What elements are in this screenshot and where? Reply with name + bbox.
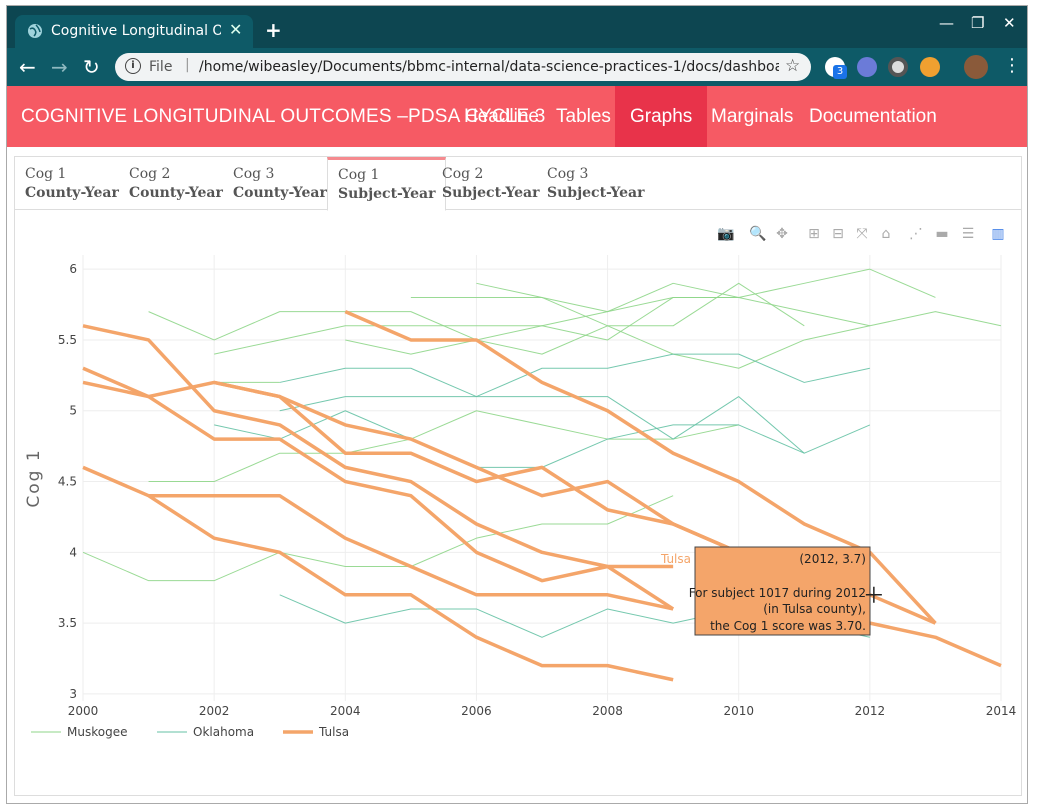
- x-tick-label: 2000: [68, 704, 99, 718]
- series-line-tulsa: [82, 465, 674, 682]
- tab-cog2-county-year[interactable]: Cog 2 County-Year: [119, 157, 233, 210]
- x-tick-label: 2008: [592, 704, 623, 718]
- restore-icon[interactable]: ❐: [971, 14, 984, 32]
- nav-headline[interactable]: Headline: [449, 86, 554, 147]
- x-tick-label: 2012: [855, 704, 886, 718]
- globe-icon: [28, 24, 42, 38]
- browser-window: Cognitive Longitudinal Outcomes ✕ + — ❐ …: [6, 5, 1028, 804]
- title-bar: Cognitive Longitudinal Outcomes ✕ + — ❐ …: [7, 6, 1027, 48]
- subtab-label: Subject-Year: [442, 185, 540, 201]
- hover-compare-icon[interactable]: ☰: [959, 225, 977, 243]
- menu-dots-icon[interactable]: ⋮: [1003, 55, 1021, 76]
- x-tick-label: 2010: [723, 704, 754, 718]
- x-tick-label: 2002: [199, 704, 230, 718]
- extension-icon-2[interactable]: [857, 57, 877, 77]
- subtab-label: Cog 3: [233, 166, 275, 182]
- browser-tab[interactable]: Cognitive Longitudinal Outcomes ✕: [15, 15, 253, 48]
- close-icon[interactable]: ✕: [229, 20, 242, 39]
- x-tick-label: 2006: [461, 704, 492, 718]
- subtab-label: Cog 2: [129, 166, 171, 182]
- plotly-logo-icon[interactable]: ▥: [989, 225, 1007, 243]
- github-extension-icon[interactable]: 3: [825, 57, 847, 79]
- info-icon[interactable]: i: [125, 58, 141, 74]
- series-line-muskogee: [148, 410, 739, 483]
- tab-cog1-county-year[interactable]: Cog 1 County-Year: [15, 157, 129, 210]
- tab-title: Cognitive Longitudinal Outcomes: [51, 23, 221, 39]
- y-tick-label: 5: [69, 404, 77, 418]
- spike-lines-icon[interactable]: ⋰: [907, 225, 925, 243]
- legend-label: Muskogee: [67, 725, 127, 739]
- subtab-label: Cog 1: [25, 166, 67, 182]
- tab-cog1-subject-year[interactable]: Cog 1 Subject-Year: [327, 157, 447, 211]
- legend-label: Tulsa: [318, 725, 349, 739]
- line-chart[interactable]: 3 3.5 4 4.5 5 5.5 6 2000 2002 2004 2006 2008 2010 201…: [15, 243, 1021, 763]
- camera-icon[interactable]: 📷: [717, 225, 735, 243]
- graph-card: Cog 1 County-Year Cog 2 County-Year Cog …: [14, 156, 1022, 796]
- series-line-oklahoma: [279, 353, 870, 398]
- zoom-icon[interactable]: 🔍: [749, 225, 767, 243]
- browser-toolbar: ← → ↻ i File | /home/wibeasley/Documents…: [7, 48, 1027, 86]
- autoscale-icon[interactable]: ⤧: [853, 225, 871, 243]
- extension-icon-3[interactable]: [888, 57, 908, 77]
- y-tick-label: 3: [69, 687, 77, 701]
- tooltip-text: For subject 1017 during 2012: [689, 586, 866, 600]
- url-text[interactable]: /home/wibeasley/Documents/bbmc-internal/…: [199, 59, 779, 75]
- x-tick-label: 2014: [986, 704, 1017, 718]
- nav-marginals[interactable]: Marginals: [696, 86, 808, 147]
- zoom-in-icon[interactable]: ⊞: [805, 225, 823, 243]
- tooltip-text: (in Tulsa county),: [763, 602, 866, 616]
- subtab-label: Subject-Year: [338, 186, 436, 202]
- legend-label: Oklahoma: [193, 725, 254, 739]
- subtab-label: Cog 1: [338, 167, 380, 183]
- tab-cog3-subject-year[interactable]: Cog 3 Subject-Year: [537, 157, 654, 210]
- home-icon[interactable]: ⌂: [877, 225, 895, 243]
- y-tick-label: 4.5: [58, 475, 77, 489]
- x-tick-label: 2004: [330, 704, 361, 718]
- new-tab-button[interactable]: +: [265, 18, 282, 42]
- tooltip-series-label: Tulsa: [660, 552, 691, 566]
- forward-arrow-icon[interactable]: →: [51, 55, 68, 79]
- nav-tables[interactable]: Tables: [541, 86, 626, 147]
- pan-icon[interactable]: ✥: [773, 225, 791, 243]
- file-label: File: [149, 59, 173, 75]
- y-tick-label: 5.5: [58, 333, 77, 347]
- nav-graphs[interactable]: Graphs: [615, 86, 708, 147]
- subtab-label: Cog 2: [442, 166, 484, 182]
- tab-cog3-county-year[interactable]: Cog 3 County-Year: [223, 157, 337, 210]
- series-line-muskogee: [82, 495, 674, 582]
- y-tick-label: 6: [69, 262, 77, 276]
- subtab-label: Cog 3: [547, 166, 589, 182]
- extension-icon-4[interactable]: [920, 57, 940, 77]
- minimize-icon[interactable]: —: [939, 14, 954, 32]
- tooltip-text: the Cog 1 score was 3.70.: [710, 619, 866, 633]
- star-icon[interactable]: ☆: [785, 56, 800, 76]
- avatar[interactable]: [964, 55, 988, 79]
- nav-documentation[interactable]: Documentation: [794, 86, 952, 147]
- address-bar[interactable]: i File | /home/wibeasley/Documents/bbmc-…: [115, 53, 811, 81]
- tab-cog2-subject-year[interactable]: Cog 2 Subject-Year: [432, 157, 549, 210]
- back-arrow-icon[interactable]: ←: [19, 55, 36, 79]
- subtab-label: County-Year: [129, 185, 223, 201]
- separator: |: [185, 57, 190, 73]
- tooltip-text: (2012, 3.7): [799, 552, 866, 566]
- subtab-bar: Cog 1 County-Year Cog 2 County-Year Cog …: [15, 157, 1021, 211]
- y-tick-label: 3.5: [58, 616, 77, 630]
- plot-modebar: 📷 🔍 ✥ ⊞ ⊟ ⤧ ⌂ ⋰ ▬ ☰ ▥: [15, 225, 1021, 245]
- y-tick-label: 4: [69, 545, 77, 559]
- hover-closest-icon[interactable]: ▬: [933, 225, 951, 243]
- close-window-icon[interactable]: ✕: [1003, 14, 1016, 32]
- reload-icon[interactable]: ↻: [83, 55, 100, 79]
- extension-badge: 3: [833, 65, 847, 79]
- subtab-label: County-Year: [233, 185, 327, 201]
- zoom-out-icon[interactable]: ⊟: [829, 225, 847, 243]
- y-axis-label: Cog 1: [24, 448, 44, 507]
- subtab-label: County-Year: [25, 185, 119, 201]
- subtab-label: Subject-Year: [547, 185, 645, 201]
- app-navbar: COGNITIVE LONGITUDINAL OUTCOMES –PDSA CY…: [7, 86, 1027, 147]
